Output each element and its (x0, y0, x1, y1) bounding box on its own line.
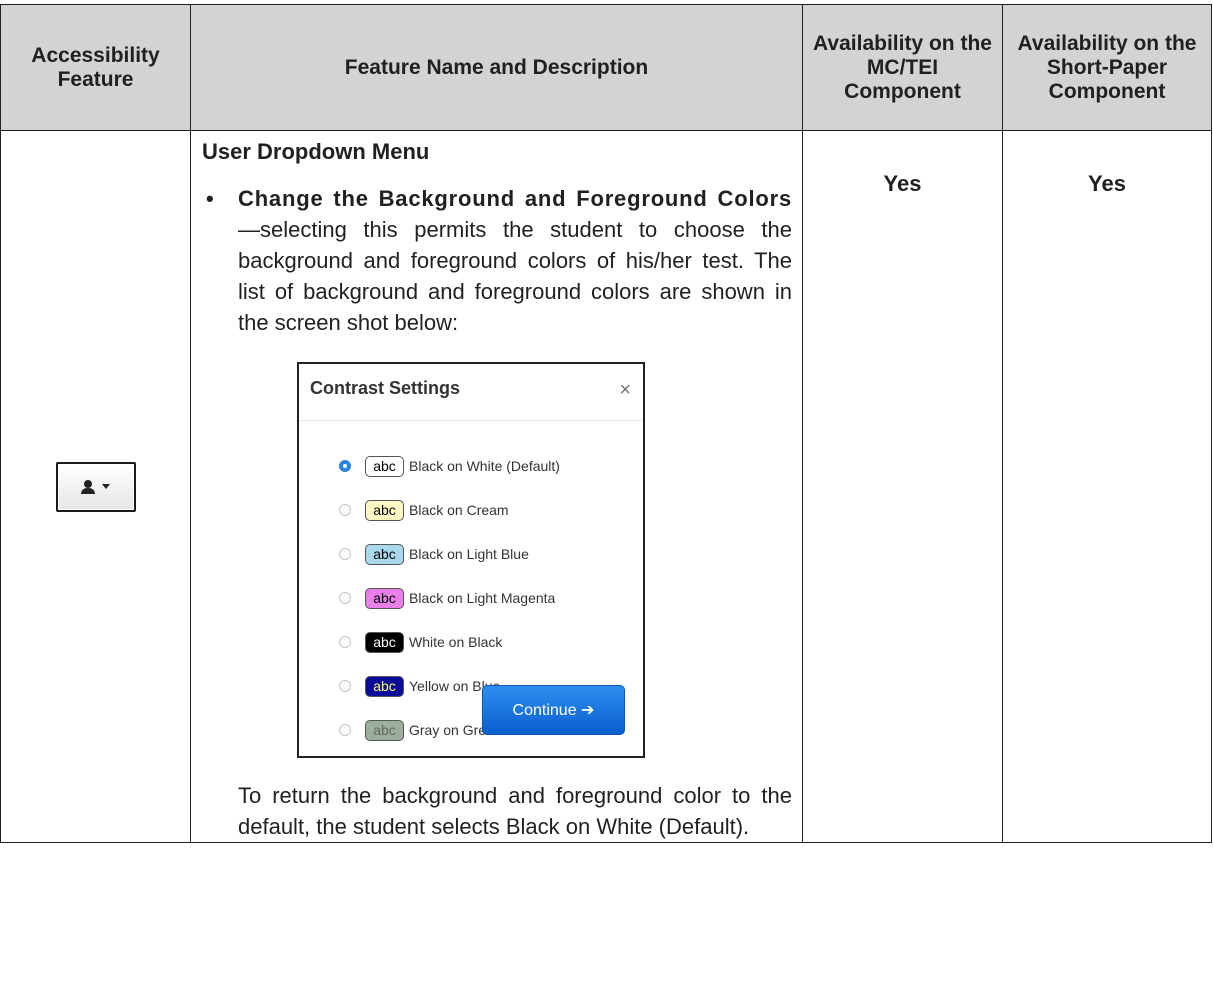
contrast-swatch: abc (365, 587, 404, 609)
contrast-option-label: Black on White (Default) (409, 458, 560, 474)
menu-title: User Dropdown Menu (202, 139, 430, 164)
table-row: User Dropdown Menu • Change the Backgrou… (0, 130, 1212, 843)
contrast-option[interactable]: abc Yellow on Blue (339, 674, 500, 698)
contrast-option[interactable]: abc White on Black (339, 630, 502, 654)
feature-icon-cell (0, 130, 191, 843)
header-accessibility-feature: Accessibility Feature (0, 4, 191, 131)
contrast-option[interactable]: abc Black on White (Default) (339, 454, 560, 478)
contrast-swatch: abc (365, 631, 404, 653)
bullet-lead: Change the Background and Foreground Col… (238, 186, 792, 211)
user-icon (81, 480, 95, 494)
radio-button[interactable] (339, 636, 351, 648)
header-row: Accessibility Feature Feature Name and D… (0, 4, 1212, 131)
contrast-option-label: Black on Cream (409, 502, 509, 518)
contrast-option[interactable]: abc Black on Light Blue (339, 542, 529, 566)
contrast-swatch: abc (365, 675, 404, 697)
contrast-option-label: Black on Light Blue (409, 546, 529, 562)
feature-description-cell: User Dropdown Menu • Change the Backgrou… (190, 130, 803, 843)
radio-button[interactable] (339, 460, 351, 472)
dialog-header: Contrast Settings × (299, 364, 643, 421)
header-short-paper: Availability on the Short-Paper Componen… (1002, 4, 1212, 131)
radio-button[interactable] (339, 548, 351, 560)
radio-button[interactable] (339, 504, 351, 516)
contrast-swatch: abc (365, 543, 404, 565)
after-text: To return the background and foreground … (238, 783, 792, 839)
radio-button[interactable] (339, 724, 351, 736)
close-icon[interactable]: × (619, 380, 631, 400)
contrast-option-label: White on Black (409, 634, 503, 650)
contrast-swatch: abc (365, 719, 404, 741)
header-feature-name: Feature Name and Description (190, 4, 803, 131)
contrast-option-label: Black on Light Magenta (409, 590, 556, 606)
contrast-settings-dialog: Contrast Settings × abc Black on White (D… (297, 362, 645, 758)
bullet-body: —selecting this permits the student to c… (238, 217, 792, 335)
radio-button[interactable] (339, 592, 351, 604)
dialog-title: Contrast Settings (310, 378, 461, 398)
mc-tei-availability: Yes (802, 130, 1003, 843)
contrast-option[interactable]: abc Gray on Green (339, 718, 502, 742)
short-paper-availability: Yes (1002, 130, 1212, 843)
caret-down-icon (102, 484, 110, 489)
radio-button[interactable] (339, 680, 351, 692)
accessibility-table: Accessibility Feature Feature Name and D… (0, 4, 1212, 843)
bullet-marker: • (206, 186, 214, 211)
contrast-option[interactable]: abc Black on Cream (339, 498, 509, 522)
continue-button[interactable]: Continue ➔ (482, 685, 625, 735)
contrast-swatch: abc (365, 499, 404, 521)
bullet-item: • Change the Background and Foreground C… (202, 183, 792, 338)
user-dropdown-button[interactable] (55, 461, 136, 512)
bullet-text: Change the Background and Foreground Col… (238, 183, 792, 338)
header-mc-tei: Availability on the MC/TEI Component (802, 4, 1003, 131)
contrast-option[interactable]: abc Black on Light Magenta (339, 586, 555, 610)
contrast-swatch: abc (365, 455, 404, 477)
